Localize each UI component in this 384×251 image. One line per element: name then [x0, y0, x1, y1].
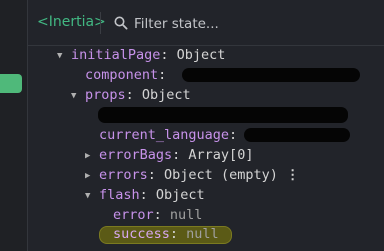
tree-node-success[interactable]: success: null	[113, 224, 219, 244]
redacted-row	[98, 107, 348, 123]
node-key: errors	[99, 167, 148, 183]
node-value: Object (empty)	[164, 167, 278, 183]
expand-arrow-icon[interactable]: ▼	[71, 86, 85, 106]
node-key: flash	[99, 187, 140, 203]
node-separator: :	[125, 87, 142, 103]
tree-node-initialPage[interactable]: ▼ initialPage: Object	[57, 45, 225, 65]
node-separator: :	[158, 67, 167, 83]
tree-node-props[interactable]: ▼ props: Object	[71, 85, 191, 105]
active-component-marker[interactable]	[0, 74, 22, 93]
redacted-value	[182, 68, 360, 82]
header-separator	[100, 12, 101, 34]
node-key: component	[85, 67, 159, 83]
node-value: Object	[176, 47, 226, 63]
node-key: props	[85, 87, 126, 103]
collapse-arrow-icon[interactable]: ▶	[85, 146, 99, 166]
sidebar-divider	[27, 0, 28, 251]
tree-node-component[interactable]: component:	[85, 65, 166, 85]
inertia-title: <Inertia>	[37, 14, 106, 30]
search-icon	[114, 16, 128, 30]
inertia-devtools-panel: <Inertia> ▼initialPage: Object component…	[0, 0, 384, 251]
node-separator: :	[139, 187, 156, 203]
expand-arrow-icon[interactable]: ▼	[85, 186, 99, 206]
tree-node-errors[interactable]: ▶ errors: Object (empty) ⋮	[85, 165, 299, 185]
redacted-value	[244, 128, 350, 142]
node-key: initialPage	[71, 47, 161, 63]
node-key: error	[113, 207, 154, 223]
tree-node-flash[interactable]: ▼ flash: Object	[85, 185, 205, 205]
expand-arrow-icon[interactable]: ▼	[57, 46, 71, 66]
node-separator: :	[169, 226, 187, 242]
node-value: Object	[155, 187, 205, 203]
node-key: current_language	[99, 127, 230, 143]
left-sidebar-strip	[0, 0, 27, 251]
more-options-icon[interactable]: ⋮	[286, 167, 300, 183]
node-value: Array[0]	[188, 147, 254, 163]
collapse-arrow-icon[interactable]: ▶	[85, 166, 99, 186]
node-value: Object	[141, 87, 191, 103]
tree-node-error[interactable]: error: null	[113, 205, 202, 225]
node-key: errorBags	[99, 147, 173, 163]
node-separator: :	[147, 167, 165, 183]
node-key: success	[113, 226, 170, 242]
node-value: null	[186, 226, 219, 242]
node-value: null	[169, 207, 203, 223]
tree-node-errorBags[interactable]: ▶ errorBags: Array[0]	[85, 145, 253, 165]
tree-node-current_language[interactable]: current_language:	[99, 125, 237, 145]
node-separator: :	[172, 147, 189, 163]
filter-state-input[interactable]	[134, 13, 374, 35]
node-separator: :	[229, 127, 238, 143]
node-separator: :	[153, 207, 170, 223]
node-separator: :	[160, 47, 177, 63]
